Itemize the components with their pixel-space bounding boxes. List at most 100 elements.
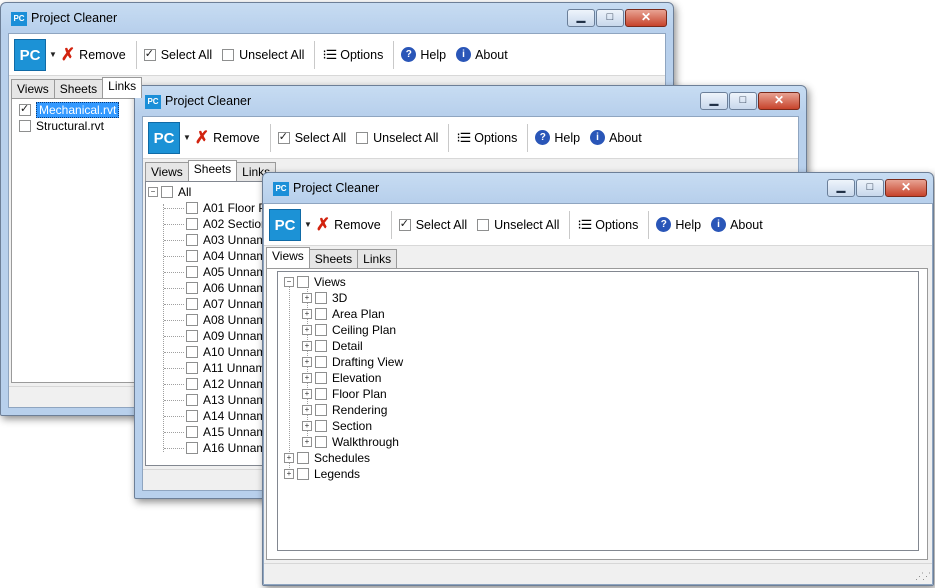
plus-box-icon[interactable]: + (284, 469, 294, 479)
checkbox[interactable] (315, 404, 327, 416)
options-button[interactable]: ⁝☰ Options (577, 217, 638, 233)
plus-box-icon[interactable]: + (302, 405, 312, 415)
checkbox[interactable] (186, 234, 198, 246)
checkbox[interactable] (186, 314, 198, 326)
tab-links[interactable]: Links (357, 249, 398, 268)
tree-item-view-type[interactable]: + Section (302, 418, 372, 434)
tree-item-view-type[interactable]: + Detail (302, 338, 363, 354)
help-button[interactable]: ? Help (535, 130, 580, 145)
tree-root-item[interactable]: + Schedules (284, 450, 370, 466)
about-button[interactable]: i About (456, 47, 508, 62)
select-all-button[interactable]: Select All (398, 217, 467, 232)
plus-box-icon[interactable]: + (302, 309, 312, 319)
maximize-button[interactable]: □ (729, 92, 757, 110)
tree-item-sheet[interactable]: A03 Unnam (186, 232, 266, 248)
maximize-button[interactable]: □ (856, 179, 884, 197)
checkbox[interactable] (315, 436, 327, 448)
checkbox[interactable] (297, 452, 309, 464)
plus-box-icon[interactable]: + (302, 437, 312, 447)
unselect-all-button[interactable]: Unselect All (356, 131, 438, 145)
checkbox[interactable] (315, 340, 327, 352)
remove-button[interactable]: ✗ Remove (61, 46, 126, 63)
help-button[interactable]: ? Help (401, 47, 446, 62)
checkbox[interactable] (315, 308, 327, 320)
tree-item-view-type[interactable]: + Rendering (302, 402, 387, 418)
checkbox[interactable] (186, 394, 198, 406)
logo-dropdown-icon[interactable]: ▼ (49, 50, 57, 59)
help-button[interactable]: ? Help (656, 217, 701, 232)
resize-grip-icon[interactable]: ⋰⋰ (915, 571, 931, 582)
checkbox[interactable] (315, 388, 327, 400)
checkbox[interactable] (19, 120, 31, 132)
list-item[interactable]: Structural.rvt (19, 118, 104, 134)
checkbox[interactable] (186, 426, 198, 438)
tree-item-sheet[interactable]: A08 Unnam (186, 312, 266, 328)
plus-box-icon[interactable]: + (302, 341, 312, 351)
minus-box-icon[interactable]: − (148, 187, 158, 197)
checkbox[interactable] (315, 420, 327, 432)
tree-item-view-type[interactable]: + Area Plan (302, 306, 385, 322)
tree-item-view-type[interactable]: + Drafting View (302, 354, 403, 370)
tree-item-sheet[interactable]: A15 Unnam (186, 424, 266, 440)
checkbox[interactable] (315, 372, 327, 384)
tab-sheets[interactable]: Sheets (53, 79, 104, 98)
tree-item-sheet[interactable]: A06 Unnam (186, 280, 266, 296)
checkbox[interactable] (186, 410, 198, 422)
unselect-all-button[interactable]: Unselect All (222, 48, 304, 62)
options-button[interactable]: ⁝☰ Options (322, 47, 383, 63)
checkbox[interactable] (186, 282, 198, 294)
minimize-button[interactable]: ▁ (567, 9, 595, 27)
checkbox[interactable] (186, 266, 198, 278)
minimize-button[interactable]: ▁ (700, 92, 728, 110)
checkbox[interactable] (186, 202, 198, 214)
checkbox[interactable] (161, 186, 173, 198)
tree-root-item[interactable]: + Legends (284, 466, 360, 482)
title-bar[interactable]: PC Project Cleaner ▁ □ ✕ (1, 3, 673, 33)
about-button[interactable]: i About (711, 217, 763, 232)
logo-button[interactable]: PC (269, 208, 301, 241)
plus-box-icon[interactable]: + (302, 421, 312, 431)
tree-root-views[interactable]: − Views (284, 274, 346, 290)
logo-button[interactable]: PC (14, 38, 46, 71)
about-button[interactable]: i About (590, 130, 642, 145)
checkbox[interactable] (186, 330, 198, 342)
tree-item-sheet[interactable]: A04 Unnam (186, 248, 266, 264)
checkbox[interactable] (186, 250, 198, 262)
tree-item-sheet[interactable]: A07 Unnam (186, 296, 266, 312)
select-all-button[interactable]: Select All (277, 130, 346, 145)
checkbox[interactable] (186, 442, 198, 454)
tree-item-view-type[interactable]: + Ceiling Plan (302, 322, 396, 338)
plus-box-icon[interactable]: + (302, 325, 312, 335)
checkbox[interactable] (186, 362, 198, 374)
title-bar[interactable]: PC Project Cleaner ▁ □ ✕ (263, 173, 933, 203)
checkbox[interactable] (297, 276, 309, 288)
checkbox[interactable] (315, 356, 327, 368)
tree-item-sheet[interactable]: A11 Unnam (186, 360, 265, 376)
logo-dropdown-icon[interactable]: ▼ (183, 133, 191, 142)
options-button[interactable]: ⁝☰ Options (456, 130, 517, 146)
tab-sheets[interactable]: Sheets (308, 249, 359, 268)
minus-box-icon[interactable]: − (284, 277, 294, 287)
logo-button[interactable]: PC (148, 121, 180, 154)
maximize-button[interactable]: □ (596, 9, 624, 27)
close-button[interactable]: ✕ (758, 92, 800, 110)
views-tree[interactable]: − Views +3D + Area Plan + Ceiling Plan + Detail… (277, 271, 919, 551)
checkbox[interactable] (19, 102, 31, 116)
plus-box-icon[interactable]: + (302, 293, 312, 303)
tree-item-sheet[interactable]: A09 Unnam (186, 328, 266, 344)
checkbox[interactable] (315, 324, 327, 336)
remove-button[interactable]: ✗ Remove (195, 129, 260, 146)
checkbox[interactable] (186, 218, 198, 230)
plus-box-icon[interactable]: + (302, 373, 312, 383)
select-all-button[interactable]: Select All (143, 47, 212, 62)
tree-root[interactable]: − All (148, 184, 191, 200)
checkbox[interactable] (315, 292, 327, 304)
tree-item-view-type[interactable]: +3D (302, 290, 347, 306)
tab-views[interactable]: Views (11, 79, 55, 98)
tab-views[interactable]: Views (145, 162, 189, 181)
tree-item-sheet[interactable]: A14 Unnam (186, 408, 266, 424)
checkbox[interactable] (186, 378, 198, 390)
tab-views[interactable]: Views (266, 247, 310, 268)
tree-item-sheet[interactable]: A01 Floor P (186, 200, 266, 216)
plus-box-icon[interactable]: + (284, 453, 294, 463)
